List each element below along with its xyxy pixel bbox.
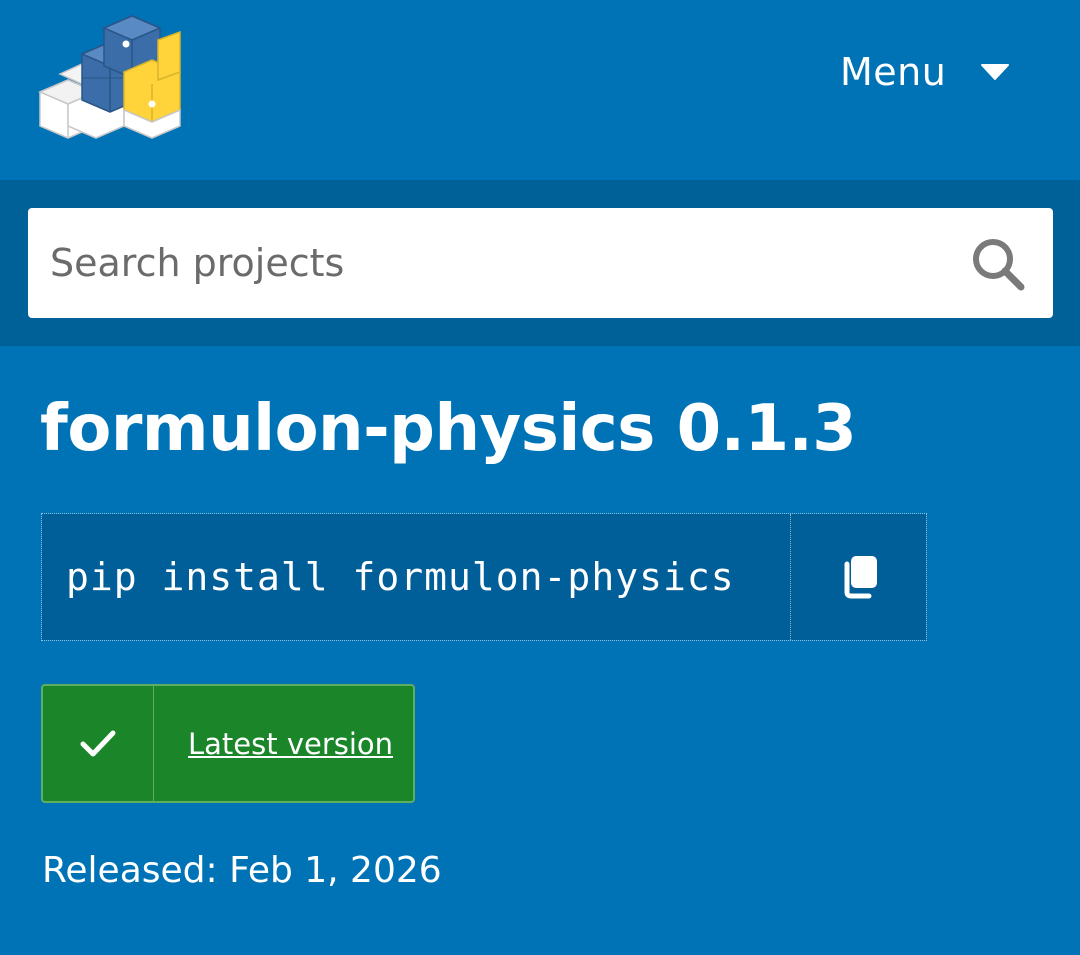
search-icon[interactable]	[968, 234, 1028, 294]
check-icon	[80, 730, 116, 756]
pypi-logo-icon[interactable]	[38, 14, 183, 140]
release-date: Released: Feb 1, 2026	[42, 850, 442, 891]
caret-down-icon	[981, 64, 1010, 80]
latest-check-box	[43, 686, 154, 801]
copy-icon	[844, 556, 877, 599]
latest-version-link[interactable]: Latest version	[154, 686, 413, 801]
menu-button[interactable]: Menu	[840, 42, 1010, 102]
menu-label: Menu	[840, 50, 947, 94]
copy-button[interactable]	[791, 514, 926, 640]
pip-command[interactable]: pip install formulon-physics	[42, 514, 791, 640]
page-title: formulon-physics 0.1.3	[40, 392, 857, 466]
search-box	[28, 208, 1053, 318]
site-header: Menu	[0, 0, 1080, 180]
pip-command-box: pip install formulon-physics	[41, 513, 927, 641]
search-band	[0, 180, 1080, 346]
latest-version-badge: Latest version	[41, 684, 415, 803]
search-input[interactable]	[28, 208, 948, 318]
